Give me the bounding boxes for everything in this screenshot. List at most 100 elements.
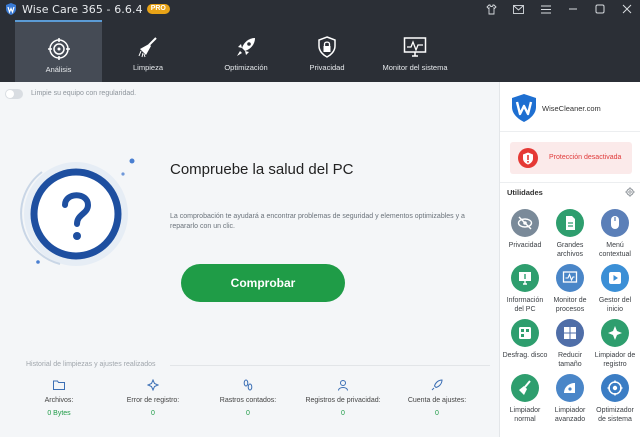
- stat-archivos: Archivos: 0 Bytes: [9, 378, 109, 417]
- main-nav: Análisis Limpieza Optimización Privacida…: [0, 18, 640, 82]
- pro-badge: PRO: [146, 4, 170, 14]
- shirt-icon[interactable]: [478, 0, 505, 18]
- tab-label: Optimización: [224, 63, 268, 72]
- stat-value: 0: [341, 410, 345, 417]
- utilities-title: Utilidades: [507, 188, 543, 197]
- description-text: La comprobación te ayudará a encontrar p…: [170, 213, 465, 230]
- tab-optimizacion[interactable]: Optimización: [190, 20, 302, 82]
- rocket-icon: [237, 38, 255, 56]
- wisecleaner-logo-icon: [512, 94, 536, 122]
- minimize-icon[interactable]: [559, 0, 586, 18]
- tab-label: Análisis: [45, 65, 72, 74]
- tool-label: Monitor de procesos: [553, 297, 587, 313]
- tab-analisis[interactable]: Análisis: [15, 20, 102, 82]
- brush-icon: [511, 374, 539, 402]
- process-monitor-icon: [556, 264, 584, 292]
- monitor-icon: [403, 37, 427, 57]
- tool-windows[interactable]: Reducir tamaño: [547, 319, 593, 369]
- stat-label: Rastros contados:: [219, 397, 277, 404]
- pc-info-icon: [511, 264, 539, 292]
- tool-label: Privacidad: [508, 242, 542, 249]
- stat-value: 0: [435, 410, 439, 417]
- regular-clean-toggle[interactable]: [5, 89, 23, 99]
- stat-privacidad: Registros de privacidad: 0: [293, 378, 393, 417]
- stat-label: Registros de privacidad:: [305, 397, 381, 404]
- toggle-label: Limpie su equipo con regularidad.: [31, 90, 137, 97]
- title-bar: Wise Care 365 - 6.6.4 PRO: [0, 0, 640, 18]
- close-icon[interactable]: [613, 0, 640, 18]
- protection-label: Protección desactivada: [549, 154, 622, 161]
- mouse-icon: [601, 209, 629, 237]
- registry-icon: [147, 379, 159, 391]
- right-panel: WiseCleaner.com Protección desactivada U…: [499, 82, 640, 437]
- tab-label: Privacidad: [309, 63, 345, 72]
- stat-value: 0: [246, 410, 250, 417]
- mail-icon[interactable]: [505, 0, 532, 18]
- tool-label: Limpiador de registro: [594, 352, 636, 368]
- stat-registro: Error de registro: 0: [103, 378, 203, 417]
- tool-registry-cleaner[interactable]: Limpiador de registro: [592, 319, 638, 369]
- tool-label: Reducir tamaño: [557, 352, 583, 368]
- brand-link[interactable]: WiseCleaner.com: [542, 104, 601, 113]
- main-panel: Limpie su equipo con regularidad. Compru…: [0, 82, 499, 437]
- tab-label: Monitor del sistema: [382, 63, 448, 72]
- tool-play[interactable]: Gestor del inicio: [592, 264, 638, 314]
- footprints-icon: [243, 379, 253, 391]
- divider: [500, 131, 640, 132]
- tool-large-files[interactable]: Grandes archivos: [547, 209, 593, 259]
- divider: [500, 182, 640, 183]
- tool-eye-slash[interactable]: Privacidad: [502, 209, 548, 250]
- stat-value: 0 Bytes: [47, 410, 71, 417]
- tool-disk[interactable]: Desfrag. disco: [502, 319, 548, 360]
- windows-icon: [556, 319, 584, 347]
- window-title: Wise Care 365 - 6.6.4: [22, 2, 143, 16]
- tool-label: Menú contextual: [599, 242, 631, 258]
- tool-label: Grandes archivos: [556, 242, 584, 258]
- tool-label: Información del PC: [506, 297, 544, 313]
- tool-advanced-cleaner[interactable]: Limpiador avanzado: [547, 374, 593, 424]
- advanced-cleaner-icon: [556, 374, 584, 402]
- tool-brush[interactable]: Limpiador normal: [502, 374, 548, 424]
- play-icon: [601, 264, 629, 292]
- gear-icon[interactable]: [625, 187, 635, 197]
- tool-label: Gestor del inicio: [598, 297, 632, 313]
- optimizer-icon: [601, 374, 629, 402]
- tool-label: Limpiador avanzado: [554, 407, 586, 423]
- tool-mouse[interactable]: Menú contextual: [592, 209, 638, 259]
- disk-icon: [511, 319, 539, 347]
- protection-status[interactable]: Protección desactivada: [510, 142, 632, 174]
- stat-label: Error de registro:: [126, 397, 180, 404]
- stat-label: Cuenta de ajustes:: [407, 397, 467, 404]
- maximize-icon[interactable]: [586, 0, 613, 18]
- eye-slash-icon: [511, 209, 539, 237]
- target-icon: [47, 38, 70, 60]
- user-icon: [338, 380, 348, 391]
- history-label: Historial de limpiezas y ajustes realiza…: [26, 361, 156, 368]
- tab-privacidad[interactable]: Privacidad: [302, 20, 352, 82]
- tool-label: Desfrag. disco: [502, 352, 548, 359]
- tool-pc-info[interactable]: Información del PC: [502, 264, 548, 314]
- registry-cleaner-icon: [601, 319, 629, 347]
- broom-icon: [138, 37, 157, 58]
- page-title: Compruebe la salud del PC: [170, 161, 354, 178]
- rocket-small-icon: [431, 379, 443, 391]
- stat-rastros: Rastros contados: 0: [198, 378, 298, 417]
- menu-icon[interactable]: [532, 0, 559, 18]
- stat-value: 0: [151, 410, 155, 417]
- lock-shield-icon: [318, 36, 336, 58]
- pc-health-illustration: [20, 158, 135, 266]
- alert-shield-icon: [518, 148, 538, 168]
- tab-limpieza[interactable]: Limpieza: [106, 20, 190, 82]
- tool-label: Limpiador normal: [509, 407, 541, 423]
- history-divider: [170, 365, 490, 366]
- check-button[interactable]: Comprobar: [181, 264, 345, 302]
- tool-optimizer[interactable]: Optimizador de sistema: [592, 374, 638, 424]
- app-logo-icon: [6, 3, 16, 15]
- large-files-icon: [556, 209, 584, 237]
- folder-icon: [53, 380, 65, 390]
- tool-process-monitor[interactable]: Monitor de procesos: [547, 264, 593, 314]
- stat-ajustes: Cuenta de ajustes: 0: [387, 378, 487, 417]
- tool-label: Optimizador de sistema: [596, 407, 634, 423]
- tab-label: Limpieza: [132, 63, 163, 72]
- tab-monitor[interactable]: Monitor del sistema: [370, 20, 460, 82]
